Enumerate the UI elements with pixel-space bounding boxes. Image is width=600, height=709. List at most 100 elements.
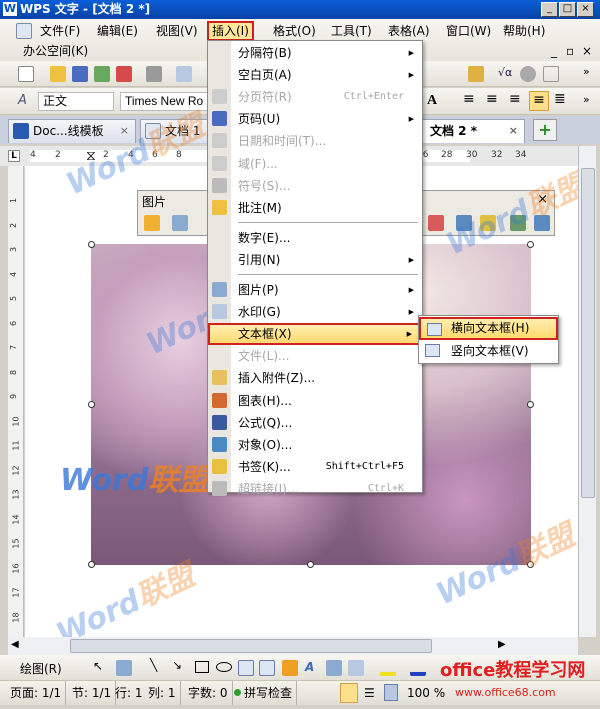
scroll-right-icon[interactable]: ▶: [498, 639, 506, 650]
resize-handle[interactable]: [527, 401, 534, 408]
outline-view-icon[interactable]: ☰: [364, 681, 375, 705]
style-select[interactable]: 正文: [38, 92, 114, 111]
spell-check-label: 拼写检查: [244, 686, 293, 700]
clipart-icon[interactable]: [282, 660, 298, 676]
select-arrow-icon[interactable]: ↖: [93, 659, 103, 673]
hyperlink-icon[interactable]: [520, 66, 536, 82]
resize-handle[interactable]: [527, 241, 534, 248]
scroll-thumb[interactable]: [70, 639, 432, 653]
ruler-tick: 14: [11, 513, 21, 525]
menu-item[interactable]: 空白页(A) ▶: [208, 64, 422, 86]
doc-restore-button[interactable]: ▫: [563, 41, 577, 61]
vertical-ruler[interactable]: 12345678910111213141516171819: [8, 166, 24, 647]
autoshape-icon[interactable]: [116, 660, 132, 676]
close-tab-icon[interactable]: ×: [509, 120, 518, 142]
picture-icon[interactable]: [172, 215, 188, 231]
font-size-up-icon[interactable]: A: [427, 93, 437, 109]
preview-icon[interactable]: [176, 66, 192, 82]
resize-handle[interactable]: [88, 401, 95, 408]
textbox-link-icon[interactable]: [348, 660, 364, 676]
menu-help[interactable]: 帮助(H): [500, 21, 548, 41]
menu-file[interactable]: 文件(F): [37, 21, 83, 41]
site-url-watermark: www.office68.com: [455, 686, 556, 699]
menu-view[interactable]: 视图(V): [153, 21, 201, 41]
align-left-icon[interactable]: ≡: [463, 91, 475, 107]
open-icon[interactable]: [50, 66, 66, 82]
menu-item-horizontal-textbox[interactable]: 横向文本框(H): [419, 317, 558, 340]
vertical-scrollbar[interactable]: [578, 146, 596, 637]
menu-item-label: 数字(E)...: [238, 230, 291, 245]
menu-item-label: 横向文本框(H): [451, 321, 530, 335]
menu-item[interactable]: 书签(K)... Shift+Ctrl+F5: [208, 456, 422, 478]
tab-stop-icon[interactable]: L: [8, 150, 20, 162]
menu-item[interactable]: 数字(E)...: [208, 227, 422, 249]
ruler-tick: 2: [55, 150, 61, 160]
distribute-icon[interactable]: ≣: [554, 91, 566, 107]
horizontal-scrollbar[interactable]: ◀ ▶: [8, 637, 578, 655]
menu-item[interactable]: 图表(H)...: [208, 390, 422, 412]
formula-icon[interactable]: √α: [498, 66, 514, 82]
page-view-icon[interactable]: [340, 683, 358, 703]
align-center-icon[interactable]: ≡: [486, 91, 498, 107]
menu-office-space[interactable]: 办公空间(K): [20, 41, 91, 61]
document-icon: [16, 23, 32, 39]
menu-tools[interactable]: 工具(T): [328, 21, 375, 41]
picture-icon[interactable]: [326, 660, 342, 676]
textbox-icon[interactable]: [238, 660, 254, 676]
wordart-icon[interactable]: A: [305, 660, 321, 676]
resize-handle[interactable]: [88, 561, 95, 568]
rectangle-icon[interactable]: [195, 661, 209, 673]
menu-table[interactable]: 表格(A): [385, 21, 433, 41]
menu-item[interactable]: 对象(O)...: [208, 434, 422, 456]
doc-minimize-button[interactable]: _: [548, 41, 560, 61]
new-tab-button[interactable]: +: [533, 119, 557, 141]
menu-insert[interactable]: 插入(I): [207, 21, 254, 41]
menu-item: 超链接(I)... Ctrl+K: [208, 478, 422, 500]
menu-format[interactable]: 格式(O): [270, 21, 319, 41]
align-right-icon[interactable]: ≡: [509, 91, 521, 107]
menu-item[interactable]: 文本框(X) ▶: [208, 323, 422, 346]
line-color-icon[interactable]: [410, 660, 426, 676]
scroll-left-icon[interactable]: ◀: [11, 639, 19, 650]
vertical-textbox-icon[interactable]: [259, 660, 275, 676]
web-view-icon[interactable]: [384, 684, 398, 701]
arrow-icon[interactable]: ↘: [172, 658, 182, 672]
table-icon[interactable]: [468, 66, 484, 82]
line-icon[interactable]: ╲: [150, 658, 157, 672]
zoom-level[interactable]: 100 %: [407, 681, 445, 705]
grid-icon[interactable]: [543, 66, 559, 82]
menu-item[interactable]: 公式(Q)...: [208, 412, 422, 434]
scroll-thumb[interactable]: [581, 168, 595, 498]
more-icon[interactable]: »: [583, 93, 590, 106]
tab-document-2[interactable]: 文档 2 * ×: [405, 119, 525, 143]
resize-handle[interactable]: [307, 561, 314, 568]
maximize-button[interactable]: □: [559, 2, 576, 17]
pdf-icon[interactable]: [116, 66, 132, 82]
spell-check-button[interactable]: 拼写检查: [232, 681, 298, 705]
save-icon[interactable]: [72, 66, 88, 82]
menu-item[interactable]: 插入附件(Z)...: [208, 367, 422, 389]
minimize-button[interactable]: _: [541, 2, 558, 17]
menu-item[interactable]: 分隔符(B) ▶: [208, 42, 422, 64]
menu-window[interactable]: 窗口(W): [443, 21, 494, 41]
new-icon[interactable]: [18, 66, 34, 82]
ellipse-icon[interactable]: [216, 662, 232, 672]
draw-menu-button[interactable]: 绘图(R): [20, 660, 62, 677]
resize-handle[interactable]: [88, 241, 95, 248]
menu-item[interactable]: 水印(G) ▶: [208, 301, 422, 323]
insert-picture-icon[interactable]: [144, 215, 160, 231]
menu-item[interactable]: 引用(N) ▶: [208, 249, 422, 271]
email-icon[interactable]: [94, 66, 110, 82]
menu-item[interactable]: 图片(P) ▶: [208, 279, 422, 301]
more-icon[interactable]: »: [583, 65, 590, 78]
doc-close-button[interactable]: ×: [579, 41, 595, 61]
print-icon[interactable]: [146, 66, 162, 82]
menu-item-vertical-textbox[interactable]: 竖向文本框(V): [419, 340, 558, 363]
menu-item[interactable]: 页码(U) ▶: [208, 108, 422, 130]
submenu-arrow-icon: ▶: [408, 115, 414, 124]
fill-color-icon[interactable]: [380, 660, 396, 676]
close-button[interactable]: ×: [577, 2, 594, 17]
menu-edit[interactable]: 编辑(E): [94, 21, 141, 41]
menu-item[interactable]: 批注(M): [208, 197, 422, 219]
justify-icon[interactable]: ≡: [529, 91, 549, 111]
